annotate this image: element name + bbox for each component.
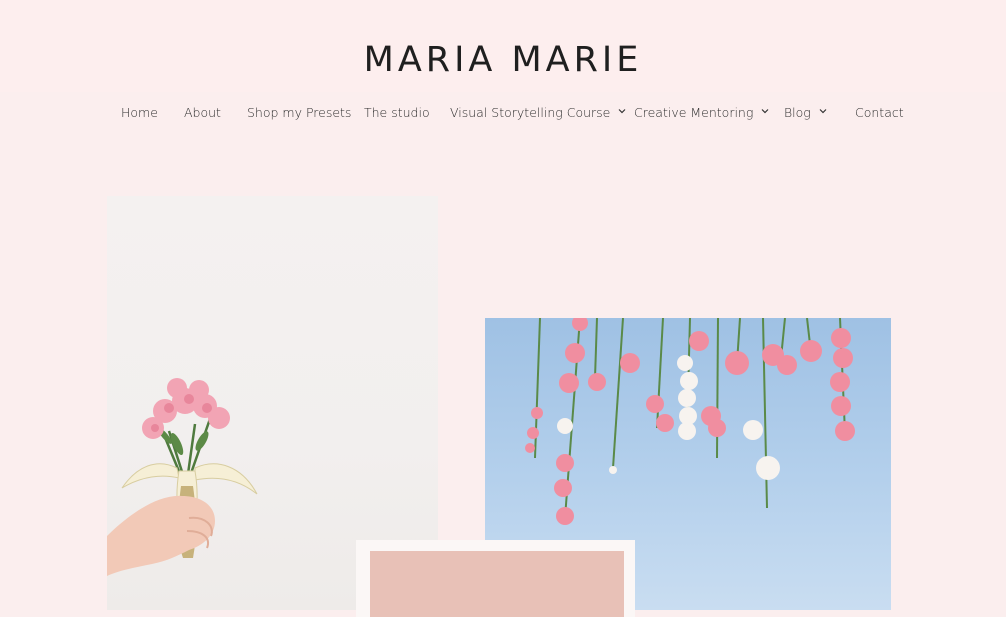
nav-item-creative-mentoring[interactable]: Creative Mentoring [634, 102, 769, 124]
main-navigation: Home About Shop my Presets The studio Vi… [0, 102, 1006, 124]
site-logo[interactable]: MARIA MARIE [0, 38, 1006, 82]
pink-card [370, 551, 624, 617]
nav-item-contact[interactable]: Contact [855, 102, 904, 124]
nav-item-visual-storytelling-course[interactable]: Visual Storytelling Course [450, 102, 626, 124]
nav-item-the-studio[interactable]: The studio [364, 102, 430, 124]
nav-item-shop-presets[interactable]: Shop my Presets [247, 102, 351, 124]
nav-item-about[interactable]: About [184, 102, 221, 124]
nav-item-home[interactable]: Home [121, 102, 158, 124]
chevron-down-icon [618, 109, 626, 114]
nav-item-blog[interactable]: Blog [784, 102, 827, 124]
chevron-down-icon [761, 109, 769, 114]
chevron-down-icon [819, 109, 827, 114]
